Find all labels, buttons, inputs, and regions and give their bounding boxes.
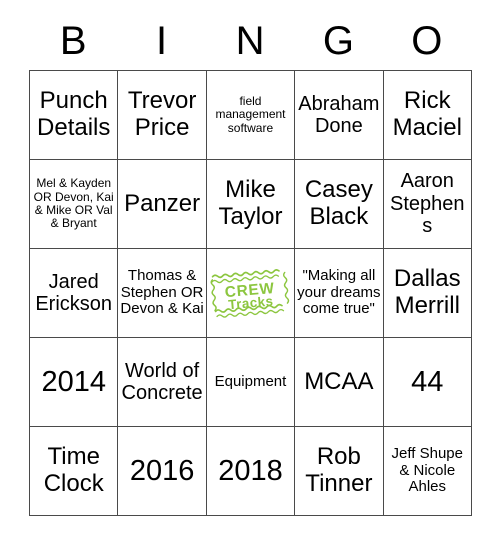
bingo-cell[interactable]: "Making all your dreams come true" (294, 248, 384, 338)
bingo-cell-label: "Making all your dreams come true" (297, 266, 381, 318)
bingo-cell[interactable]: 44 (382, 337, 472, 427)
bingo-cell-label: Jeff Shupe & Nicole Ahles (391, 444, 463, 496)
bingo-cell-label: MCAA (304, 367, 374, 395)
bingo-cell-label: Mike Taylor (218, 176, 283, 230)
svg-text:Tracks: Tracks (228, 293, 274, 312)
bingo-cell[interactable]: Time Clock (28, 426, 119, 516)
bingo-cell-label: Punch Details (37, 87, 111, 141)
bingo-header-letter-n: N (235, 19, 265, 63)
bingo-cell-label: Rob Tinner (305, 443, 373, 497)
bingo-cell-label: World of Concrete (121, 359, 203, 404)
bingo-cell[interactable]: 2016 (117, 426, 207, 516)
bingo-row: 2014 World of Concrete Equipment MCAA 44 (28, 337, 472, 427)
bingo-header-letter-b: B (59, 19, 87, 63)
bingo-cell-label: Trevor Price (127, 87, 197, 141)
bingo-card: B I N G O Punch Details Trevor Price fie… (28, 12, 472, 516)
bingo-cell-label: 2014 (41, 365, 106, 398)
bingo-free-space-cell[interactable]: CREW Tracks (205, 248, 296, 338)
bingo-cell-label: Aaron Stephens (390, 170, 465, 238)
bingo-cell[interactable]: Panzer (117, 159, 207, 249)
bingo-cell-label: 2016 (129, 454, 195, 487)
bingo-row: Jared Erickson Thomas & Stephen OR Devon… (28, 248, 472, 338)
bingo-cell-label: 2018 (218, 454, 283, 487)
bingo-cell-label: Abraham Done (298, 92, 380, 137)
bingo-cell[interactable]: Jeff Shupe & Nicole Ahles (382, 426, 472, 516)
bingo-row: Mel & Kayden OR Devon, Kai & Mike OR Val… (28, 159, 472, 249)
bingo-cell[interactable]: 2014 (28, 337, 119, 427)
bingo-cell[interactable]: Punch Details (28, 70, 119, 160)
bingo-cell[interactable]: Dallas Merrill (382, 248, 472, 338)
bingo-cell[interactable]: Mike Taylor (205, 159, 296, 249)
bingo-row: Time Clock 2016 2018 Rob Tinner Jeff Shu… (28, 426, 472, 516)
bingo-cell-label: Panzer (124, 189, 201, 217)
bingo-cell[interactable]: World of Concrete (117, 337, 207, 427)
bingo-cell[interactable]: Jared Erickson (28, 248, 119, 338)
bingo-cell[interactable]: Rob Tinner (294, 426, 384, 516)
bingo-cell-label: Mel & Kayden OR Devon, Kai & Mike OR Val… (33, 176, 114, 231)
bingo-header-letter-i: I (156, 19, 168, 63)
bingo-cell[interactable]: field management software (205, 70, 296, 160)
bingo-header-letter-g: G (322, 19, 354, 63)
bingo-cell-label: Time Clock (43, 443, 104, 497)
bingo-header-row: B I N G O (29, 12, 471, 70)
bingo-cell[interactable]: 2018 (205, 426, 296, 516)
bingo-cell-label: 44 (411, 365, 444, 398)
bingo-cell-label: Casey Black (304, 176, 373, 230)
bingo-cell[interactable]: Rick Maciel (382, 70, 472, 160)
bingo-cell-label: Equipment (214, 372, 287, 390)
bingo-header-letter-o: O (411, 19, 443, 63)
bingo-cell[interactable]: Trevor Price (117, 70, 207, 160)
bingo-cell-label: field management software (215, 93, 286, 135)
bingo-cell-label: Rick Maciel (392, 87, 462, 141)
bingo-cell[interactable]: Mel & Kayden OR Devon, Kai & Mike OR Val… (28, 159, 119, 249)
bingo-cell[interactable]: Equipment (205, 337, 296, 427)
bingo-cell[interactable]: Casey Black (294, 159, 384, 249)
bingo-cell[interactable]: Abraham Done (294, 70, 384, 160)
bingo-cell-label: Jared Erickson (35, 270, 113, 315)
bingo-cell[interactable]: Aaron Stephens (382, 159, 472, 249)
bingo-cell[interactable]: Thomas & Stephen OR Devon & Kai (117, 248, 207, 338)
bingo-grid: Punch Details Trevor Price field managem… (28, 70, 472, 516)
crewtracks-logo: CREW Tracks (211, 269, 290, 318)
bingo-cell-label: Thomas & Stephen OR Devon & Kai (120, 266, 204, 318)
bingo-cell[interactable]: MCAA (294, 337, 384, 427)
bingo-row: Punch Details Trevor Price field managem… (28, 70, 472, 160)
bingo-cell-label: Dallas Merrill (393, 265, 461, 319)
